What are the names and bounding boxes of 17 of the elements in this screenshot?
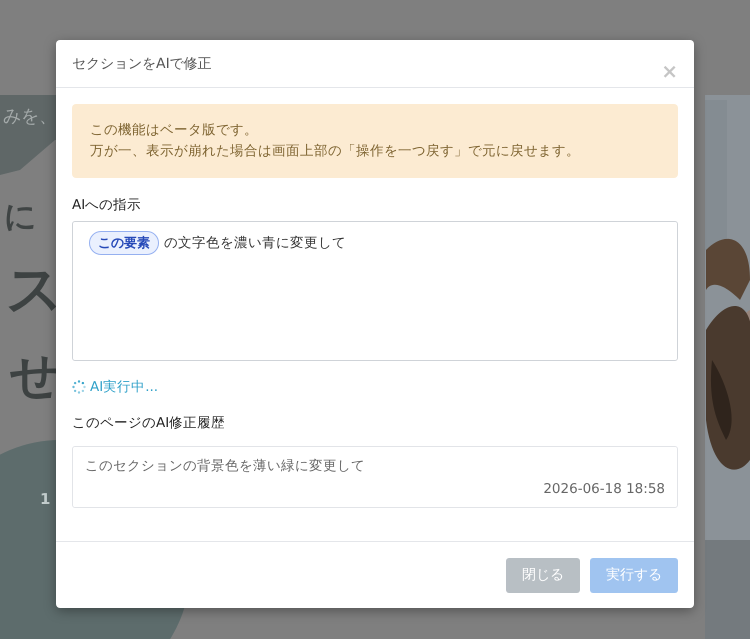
instruction-field[interactable]: この要素 の文字色を濃い青に変更して [72, 221, 678, 361]
page-text: みを、 [3, 108, 57, 126]
page-text: に [4, 200, 37, 232]
field-label: AIへの指示 [72, 196, 142, 214]
page-text: せ [10, 350, 61, 400]
notice-text: この機能はベータ版です。 [90, 121, 259, 140]
status-text: AI実行中... [90, 378, 158, 396]
notice-text: 万が一、表示が崩れた場合は画面上部の「操作を一つ戻す」で元に戻せます。 [90, 142, 581, 161]
element-chip[interactable]: この要素 [89, 231, 159, 255]
page-text: 1 [40, 492, 50, 507]
close-button[interactable]: × [661, 61, 678, 81]
page-text: ス [6, 262, 63, 318]
history-time: 2026-06-18 18:58 [543, 481, 665, 497]
instruction-text: の文字色を濃い青に変更して [164, 234, 346, 252]
history-text: このセクションの背景色を薄い緑に変更して [85, 457, 366, 475]
dialog-title: セクションをAIで修正 [72, 55, 212, 73]
history-label: このページのAI修正履歴 [72, 414, 226, 432]
